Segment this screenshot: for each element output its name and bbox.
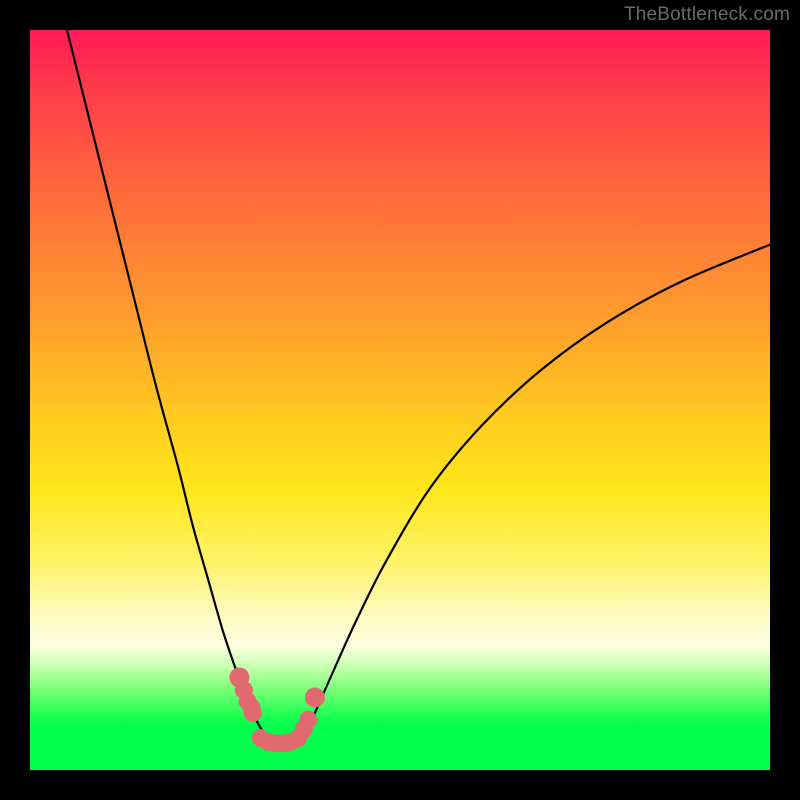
watermark-text: TheBottleneck.com [624, 4, 790, 26]
outer-frame: TheBottleneck.com [0, 0, 800, 800]
data-point [299, 711, 317, 729]
right-curve [300, 245, 770, 742]
plot-area [30, 30, 770, 770]
data-point [305, 687, 325, 707]
chart-svg [30, 30, 770, 770]
data-markers [229, 668, 324, 753]
data-point [244, 704, 262, 722]
left-curve [67, 30, 274, 742]
